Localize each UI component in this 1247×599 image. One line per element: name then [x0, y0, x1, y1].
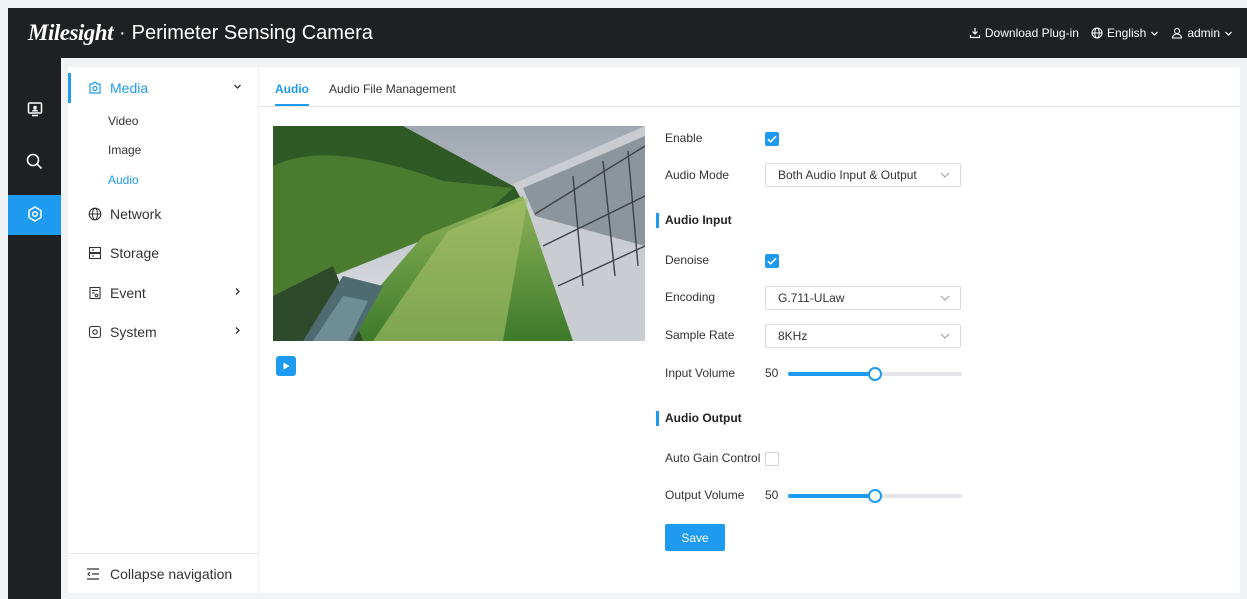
title-separator: · — [118, 21, 126, 44]
product-title: Perimeter Sensing Camera — [131, 21, 373, 44]
save-button[interactable]: Save — [665, 524, 725, 551]
sample-rate-value: 8KHz — [778, 329, 808, 343]
output-volume-value: 50 — [765, 488, 779, 502]
event-icon — [88, 286, 102, 300]
globe-icon — [1091, 27, 1103, 39]
download-plugin-label: Download Plug-in — [984, 26, 1079, 40]
sidebar-item-network[interactable]: Network — [68, 199, 258, 229]
encoding-value: G.711-ULaw — [778, 291, 845, 305]
search-icon — [26, 153, 43, 173]
username: admin — [1187, 26, 1220, 40]
slider-fill — [788, 372, 875, 376]
sidebar-item-storage[interactable]: Storage — [68, 238, 258, 268]
collapse-navigation-button[interactable]: Collapse navigation — [68, 553, 258, 593]
slider-thumb[interactable] — [868, 367, 882, 381]
chevron-down-icon — [233, 82, 242, 94]
chevron-down-icon — [940, 287, 950, 318]
user-menu[interactable]: admin — [1171, 26, 1233, 40]
input-volume-value: 50 — [765, 366, 779, 380]
auto-gain-control-checkbox[interactable] — [765, 452, 779, 466]
sidebar-item-label: Storage — [110, 245, 160, 261]
chevron-down-icon — [940, 325, 950, 356]
sidebar-item-media[interactable]: Media — [68, 73, 258, 103]
audio-mode-value: Both Audio Input & Output — [778, 168, 917, 182]
chevron-right-icon — [233, 326, 242, 338]
download-icon — [969, 27, 981, 39]
live-view-button[interactable] — [8, 90, 61, 130]
enable-label: Enable — [665, 131, 703, 145]
audio-input-section-title: Audio Input — [656, 213, 732, 228]
top-header: Milesight · Perimeter Sensing Camera Dow… — [8, 8, 1247, 58]
encoding-select[interactable]: G.711-ULaw — [765, 286, 961, 310]
sidebar-item-label: Event — [110, 285, 146, 301]
sidebar-item-label: Media — [110, 80, 149, 96]
input-volume-slider[interactable] — [788, 367, 962, 381]
download-plugin-link[interactable]: Download Plug-in — [969, 26, 1079, 40]
media-icon — [88, 81, 102, 95]
auto-gain-control-label: Auto Gain Control — [665, 451, 761, 465]
globe-icon — [88, 207, 102, 221]
search-button[interactable] — [8, 143, 61, 183]
input-volume-label: Input Volume — [665, 366, 736, 380]
sample-rate-select[interactable]: 8KHz — [765, 324, 961, 348]
slider-fill — [788, 494, 875, 498]
tab-bar: Audio Audio File Management — [259, 67, 1240, 107]
output-volume-label: Output Volume — [665, 488, 745, 502]
live-view-icon — [27, 101, 43, 120]
play-button[interactable] — [276, 356, 296, 376]
sidebar-item-label: Network — [110, 206, 162, 222]
camera-preview — [273, 126, 645, 341]
chevron-down-icon — [940, 164, 950, 195]
output-volume-slider[interactable] — [788, 489, 962, 503]
sidebar-item-system[interactable]: System — [68, 317, 258, 347]
play-icon — [281, 359, 291, 374]
sidebar-subitem-video[interactable]: Video — [108, 114, 138, 128]
audio-output-section-title: Audio Output — [656, 411, 742, 426]
sidebar-item-label: System — [110, 324, 157, 340]
audio-mode-label: Audio Mode — [665, 168, 730, 182]
sidebar-menu: Media Video Image Audio Network Storage … — [68, 67, 258, 593]
encoding-label: Encoding — [665, 290, 716, 304]
milesight-logo: Milesight — [28, 20, 113, 45]
sidebar-item-event[interactable]: Event — [68, 278, 258, 308]
chevron-down-icon — [1224, 29, 1233, 38]
brand: Milesight · Perimeter Sensing Camera — [28, 20, 373, 46]
system-icon — [88, 325, 102, 339]
check-icon — [767, 135, 777, 143]
sidebar-subitem-audio[interactable]: Audio — [108, 173, 139, 187]
enable-checkbox[interactable] — [765, 132, 779, 146]
chevron-down-icon — [1150, 29, 1159, 38]
icon-bar — [8, 58, 61, 599]
denoise-checkbox[interactable] — [765, 254, 779, 268]
check-icon — [767, 257, 777, 265]
language-label: English — [1106, 26, 1147, 40]
user-icon — [1171, 27, 1183, 39]
chevron-right-icon — [233, 287, 242, 299]
slider-thumb[interactable] — [868, 489, 882, 503]
storage-icon — [88, 246, 102, 260]
settings-icon — [27, 205, 43, 225]
sidebar-subitem-image[interactable]: Image — [108, 143, 141, 157]
collapse-icon — [86, 567, 100, 581]
main-panel: Audio Audio File Management Enable Audio… — [259, 67, 1240, 593]
settings-button[interactable] — [8, 195, 61, 235]
language-dropdown[interactable]: English — [1091, 26, 1159, 40]
collapse-navigation-label: Collapse navigation — [110, 565, 233, 582]
audio-mode-select[interactable]: Both Audio Input & Output — [765, 163, 961, 187]
tab-audio[interactable]: Audio — [275, 82, 309, 106]
sample-rate-label: Sample Rate — [665, 328, 735, 342]
denoise-label: Denoise — [665, 253, 710, 267]
tab-audio-file-management[interactable]: Audio File Management — [329, 82, 456, 96]
